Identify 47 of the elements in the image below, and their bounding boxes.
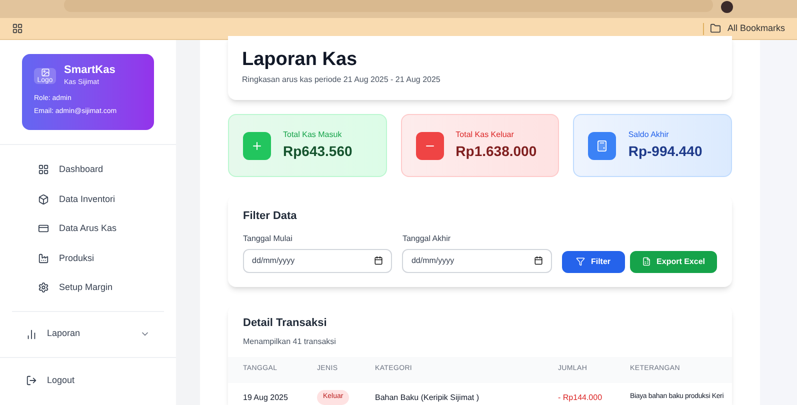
- grid-icon: [38, 164, 49, 176]
- calendar-icon: [534, 256, 543, 265]
- bar-chart-icon: [26, 328, 37, 340]
- filter-title: Filter Data: [243, 209, 298, 224]
- minus-icon: [416, 132, 444, 160]
- details-title: Detail Transaksi: [243, 316, 328, 331]
- factory-icon: [38, 252, 49, 264]
- folder-icon: [710, 23, 722, 34]
- nav-item[interactable]: Setup Margin: [38, 273, 138, 302]
- nav-item[interactable]: Produksi: [38, 244, 138, 273]
- amount-cell-text: - Rp144.000: [558, 392, 604, 404]
- nav-item[interactable]: Data Arus Kas: [38, 214, 138, 244]
- stat-value: Rp1.638.000: [456, 142, 537, 161]
- stat-label: Total Kas Keluar: [456, 129, 515, 141]
- page-title: Laporan Kas: [242, 48, 358, 72]
- category-cell-text: Bahan Baku (Keripik Sijimat ): [375, 392, 480, 404]
- date-field[interactable]: dd/mm/yyyy: [402, 248, 552, 272]
- brand-name: SmartKas: [64, 64, 116, 78]
- broken-image-icon: [40, 68, 50, 78]
- stat-value: Rp-994.440: [628, 142, 702, 161]
- page-subtitle: Ringkasan arus kas periode 21 Aug 2025 - 21 Aug 2025: [242, 74, 442, 86]
- apps-icon[interactable]: [12, 23, 23, 34]
- logout-icon: [26, 375, 37, 386]
- stat-value: Rp643.560: [283, 142, 352, 161]
- details-subtitle: Menampilkan 41 transaksi: [243, 336, 337, 348]
- nav-item[interactable]: Dashboard: [38, 155, 138, 184]
- plus-icon: [243, 132, 271, 160]
- calculator-icon: [588, 132, 616, 160]
- field-label: Tanggal Akhir: [402, 232, 452, 244]
- file-icon: [642, 257, 651, 266]
- card-icon: [38, 223, 49, 234]
- nav-item[interactable]: Data Inventori: [38, 184, 138, 214]
- filter-button[interactable]: Filter: [562, 250, 625, 272]
- gear-icon: [38, 282, 49, 294]
- logout-item[interactable]: Logout: [0, 370, 176, 392]
- date-field[interactable]: dd/mm/yyyy: [243, 248, 392, 272]
- filter-icon: [576, 257, 585, 266]
- nav-group-label: Laporan: [47, 327, 80, 340]
- stat-label: Saldo Akhir: [628, 129, 670, 141]
- all-bookmarks-link[interactable]: All Bookmarks: [727, 22, 785, 36]
- nav-group[interactable]: Laporan: [0, 312, 176, 358]
- profile-avatar[interactable]: [721, 1, 733, 13]
- stat-label: Total Kas Masuk: [283, 129, 343, 141]
- field-label: Tanggal Mulai: [243, 232, 294, 244]
- calendar-icon: [374, 256, 384, 265]
- date-cell-text: 19 Aug 2025: [243, 392, 289, 404]
- cube-icon: [38, 194, 49, 205]
